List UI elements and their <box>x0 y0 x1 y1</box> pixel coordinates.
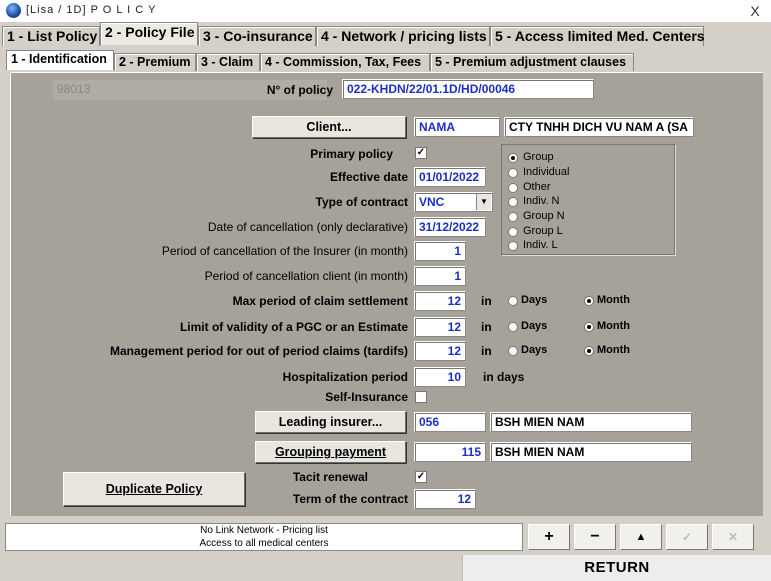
policy-no-field[interactable]: 022-KHDN/22/01.1D/HD/00046 <box>342 79 594 99</box>
main-tab-bar: 1 - List Policy 2 - Policy File 3 - Co-i… <box>0 22 771 47</box>
cancel-insurer-field[interactable]: 1 <box>414 241 466 261</box>
cancel-client-field[interactable]: 1 <box>414 266 466 286</box>
confirm-button[interactable]: ✓ <box>666 524 708 550</box>
grouping-payment-button[interactable]: Grouping payment <box>255 441 406 463</box>
tab-premium-adjustment[interactable]: 5 - Premium adjustment clauses <box>430 53 634 71</box>
app-icon <box>6 3 21 18</box>
duplicate-policy-button[interactable]: Duplicate Policy <box>63 472 245 506</box>
cancellation-date-field[interactable]: 31/12/2022 <box>414 217 486 237</box>
radio-indiv-n-label: Indiv. N <box>523 195 560 207</box>
tacit-renewal-checkbox[interactable]: ✓ <box>415 471 427 483</box>
mgmt-period-days-radio[interactable] <box>508 346 518 356</box>
self-insurance-checkbox[interactable] <box>415 391 427 403</box>
radio-individual-label: Individual <box>523 166 570 178</box>
identification-panel: 98013 N° of policy 022-KHDN/22/01.1D/HD/… <box>10 72 763 516</box>
tab-commission[interactable]: 4 - Commission, Tax, Fees <box>260 53 430 71</box>
max-settlement-field[interactable]: 12 <box>414 291 466 311</box>
hosp-period-field[interactable]: 10 <box>414 367 466 387</box>
radio-group-n-label: Group N <box>523 210 565 222</box>
client-button[interactable]: Client... <box>252 116 406 138</box>
tab-identification[interactable]: 1 - Identification <box>6 50 114 70</box>
type-contract-value: VNC <box>419 195 445 209</box>
radio-individual[interactable] <box>508 168 518 178</box>
status-line-network: No Link Network - Pricing list <box>200 525 328 536</box>
type-contract-label: Type of contract <box>315 195 408 209</box>
remove-button[interactable]: − <box>574 524 616 550</box>
primary-policy-checkbox[interactable]: ✓ <box>415 147 427 159</box>
radio-group-label: Group <box>523 151 554 163</box>
mgmt-period-field[interactable]: 12 <box>414 341 466 361</box>
grouping-name-field: BSH MIEN NAM <box>490 442 692 462</box>
policy-type-group: Group Individual Other Indiv. N Group N … <box>501 144 675 255</box>
title-bar: [Lisa / 1D] P O L I C Y X <box>0 0 771 22</box>
max-settlement-month-radio[interactable] <box>584 296 594 306</box>
mgmt-period-month-radio[interactable] <box>584 346 594 356</box>
radio-other-label: Other <box>523 181 551 193</box>
type-contract-select[interactable]: VNC ▼ <box>414 192 493 212</box>
radio-group[interactable] <box>508 153 518 163</box>
move-up-button[interactable]: ▲ <box>620 524 662 550</box>
radio-other[interactable] <box>508 183 518 193</box>
effective-date-field[interactable]: 01/01/2022 <box>414 167 486 187</box>
in-label: in <box>481 344 492 358</box>
radio-group-l[interactable] <box>508 227 518 237</box>
in-label: in <box>481 294 492 308</box>
limit-validity-days-radio[interactable] <box>508 322 518 332</box>
tab-list-policy[interactable]: 1 - List Policy <box>2 26 100 46</box>
cancel-insurer-label: Period of cancellation of the Insurer (i… <box>161 244 408 258</box>
in-label: in <box>481 320 492 334</box>
tab-premium[interactable]: 2 - Premium <box>114 53 196 71</box>
status-box: No Link Network - Pricing list Access to… <box>5 523 523 551</box>
tab-network-pricing[interactable]: 4 - Network / pricing lists <box>316 26 490 46</box>
days-label: Days <box>521 344 548 356</box>
radio-indiv-n[interactable] <box>508 197 518 207</box>
tab-access-limited[interactable]: 5 - Access limited Med. Centers <box>490 26 705 46</box>
effective-date-label: Effective date <box>329 170 408 184</box>
limit-validity-field[interactable]: 12 <box>414 317 466 337</box>
radio-indiv-l[interactable] <box>508 241 518 251</box>
radio-indiv-l-label: Indiv. L <box>523 239 558 251</box>
tab-co-insurance[interactable]: 3 - Co-insurance <box>198 26 316 46</box>
status-line-access: Access to all medical centers <box>199 538 329 549</box>
month-label: Month <box>597 344 630 356</box>
leading-name-field: BSH MIEN NAM <box>490 412 692 432</box>
close-icon[interactable]: X <box>745 1 765 21</box>
add-button[interactable]: + <box>528 524 570 550</box>
days-label: Days <box>521 320 548 332</box>
radio-group-l-label: Group L <box>523 225 563 237</box>
tab-policy-file[interactable]: 2 - Policy File <box>100 22 198 45</box>
primary-policy-label: Primary policy <box>310 147 393 161</box>
term-field[interactable]: 12 <box>414 489 476 509</box>
radio-group-n[interactable] <box>508 212 518 222</box>
days-label: Days <box>521 294 548 306</box>
client-code-field[interactable]: NAMA <box>414 117 500 137</box>
month-label: Month <box>597 294 630 306</box>
leading-code-field[interactable]: 056 <box>414 412 486 432</box>
cancellation-date-label: Date of cancellation (only declarative) <box>207 220 408 234</box>
grouping-code-field[interactable]: 115 <box>414 442 486 462</box>
month-label: Month <box>597 320 630 332</box>
max-settlement-days-radio[interactable] <box>508 296 518 306</box>
limit-validity-label: Limit of validity of a PGC or an Estimat… <box>179 320 408 334</box>
in-days-label: in days <box>483 370 525 384</box>
hosp-period-label: Hospitalization period <box>282 370 408 384</box>
sub-tab-bar: 1 - Identification 2 - Premium 3 - Claim… <box>0 50 771 74</box>
max-settlement-label: Max period of claim settlement <box>232 294 408 308</box>
policy-no-label: N° of policy <box>266 83 333 97</box>
leading-insurer-button[interactable]: Leading insurer... <box>255 411 406 433</box>
limit-validity-month-radio[interactable] <box>584 322 594 332</box>
window-title: [Lisa / 1D] P O L I C Y <box>26 4 157 16</box>
cancel-client-label: Period of cancellation client (in month) <box>204 269 408 283</box>
chevron-down-icon[interactable]: ▼ <box>476 194 491 210</box>
client-name-field[interactable]: CTY TNHH DICH VU NAM A (SA <box>504 117 694 137</box>
mgmt-period-label: Management period for out of period clai… <box>109 344 408 358</box>
cancel-button[interactable]: ✕ <box>712 524 754 550</box>
tab-claim[interactable]: 3 - Claim <box>196 53 260 71</box>
return-button[interactable]: RETURN <box>462 555 771 581</box>
self-insurance-label: Self-Insurance <box>325 390 408 404</box>
